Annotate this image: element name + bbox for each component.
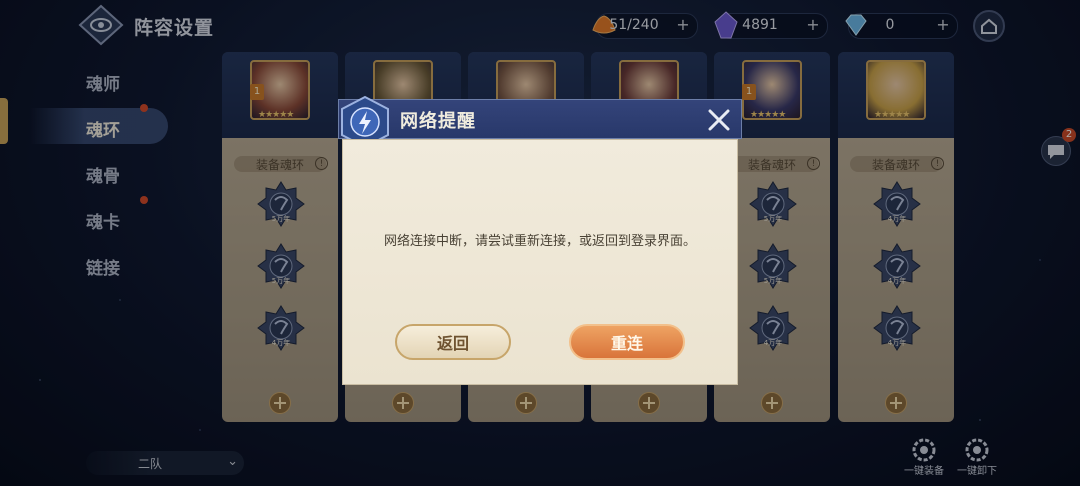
close-icon[interactable] [706,107,732,133]
dialog-body: 网络连接中断，请尝试重新连接，或返回到登录界面。 返回 重连 [342,139,738,385]
dialog-title: 网络提醒 [400,111,476,132]
dialog-header [338,99,742,139]
dialog-message: 网络连接中断，请尝试重新连接，或返回到登录界面。 [383,234,696,249]
network-alert-dialog: 网络提醒 网络连接中断，请尝试重新连接，或返回到登录界面。 返回 重连 [338,95,742,386]
reconnect-button[interactable]: 重连 [569,324,685,360]
back-button[interactable]: 返回 [395,324,511,360]
